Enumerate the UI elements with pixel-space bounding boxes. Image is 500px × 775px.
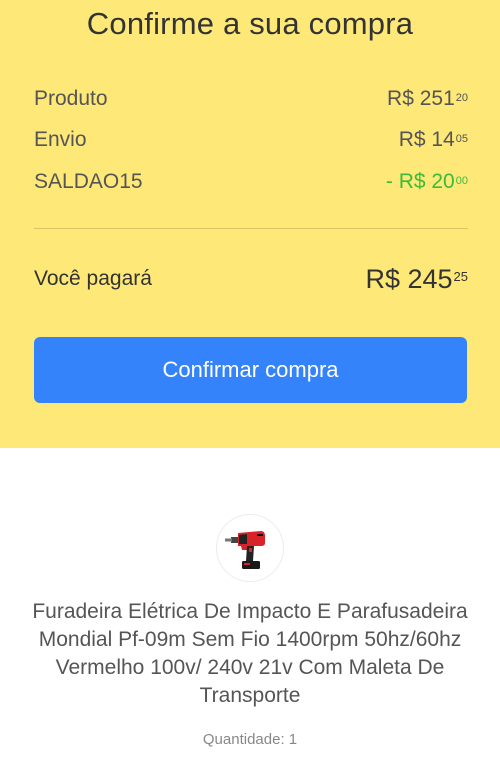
line-amount: R$ 1405 — [398, 128, 468, 151]
confirm-purchase-button[interactable]: Confirmar compra — [34, 337, 467, 403]
divider — [34, 228, 468, 229]
page-title: Confirme a sua compra — [86, 6, 414, 41]
line-shipping: Envio R$ 1405 — [34, 125, 468, 155]
quantity-text: Quantidade: 1 — [202, 731, 298, 748]
line-coupon-discount: SALDAO15 - R$ 2000 — [34, 167, 468, 197]
total-label: Você pagará — [34, 267, 152, 290]
total-row: Você pagará R$ 24525 — [34, 262, 468, 296]
line-product: Produto R$ 25120 — [34, 84, 468, 114]
product-title: Furadeira Elétrica De Impacto E Parafusa… — [32, 600, 468, 707]
line-label: Envio — [34, 128, 87, 151]
line-amount: R$ 25120 — [387, 87, 468, 110]
total-amount: R$ 24525 — [365, 264, 468, 294]
discount-amount: - R$ 2000 — [385, 170, 468, 193]
line-label: Produto — [34, 87, 108, 110]
drill-icon — [225, 531, 265, 569]
coupon-code-label: SALDAO15 — [34, 170, 143, 193]
product-thumbnail — [216, 514, 284, 582]
purchase-summary: Confirme a sua compra Produto R$ 25120 E… — [0, 0, 500, 448]
product-section: Furadeira Elétrica De Impacto E Parafusa… — [0, 448, 500, 775]
